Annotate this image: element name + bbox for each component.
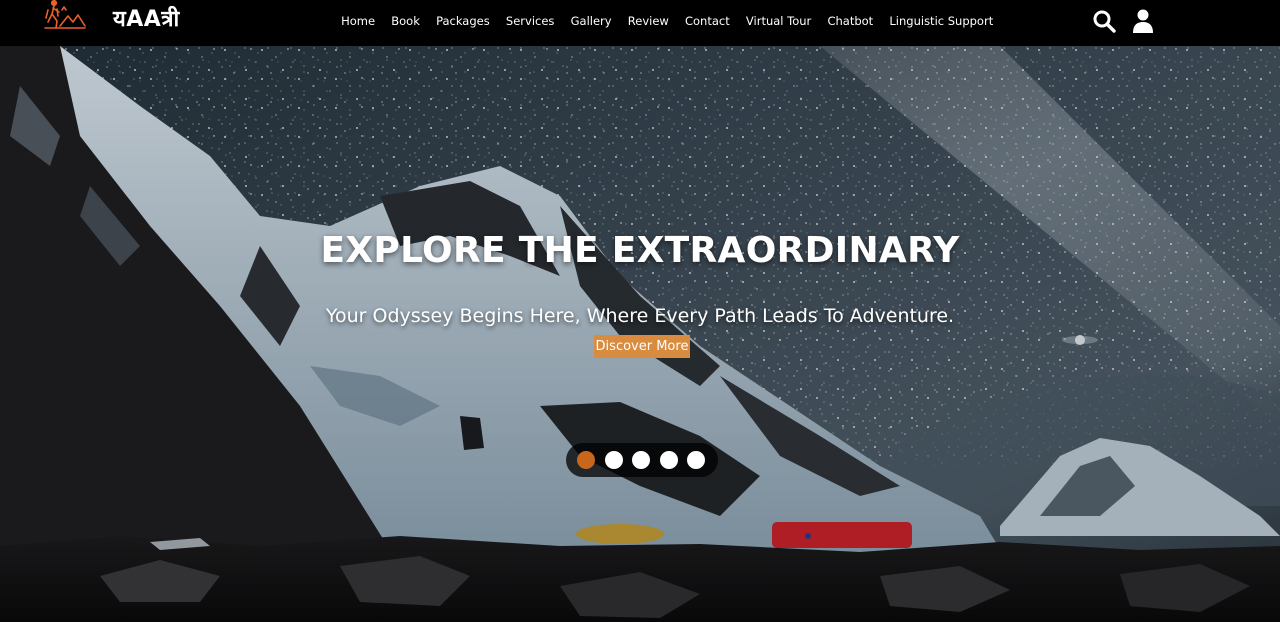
brand-name[interactable]: यAAत्री bbox=[113, 5, 180, 35]
user-icon[interactable] bbox=[1132, 9, 1154, 33]
hero-section: EXPLORE THE EXTRAORDINARY Your Odyssey B… bbox=[0, 46, 1280, 622]
nav-item-services[interactable]: Services bbox=[498, 14, 563, 28]
nav-item-packages[interactable]: Packages bbox=[428, 14, 498, 28]
slider-dot-1[interactable] bbox=[577, 451, 595, 469]
slider-pagination bbox=[566, 443, 718, 477]
nav-item-contact[interactable]: Contact bbox=[677, 14, 738, 28]
nav-item-home[interactable]: Home bbox=[333, 14, 383, 28]
nav-item-linguistic-support[interactable]: Linguistic Support bbox=[881, 14, 1001, 28]
main-nav: Home Book Packages Services Gallery Revi… bbox=[333, 0, 1001, 42]
discover-more-button[interactable]: Discover More bbox=[594, 335, 690, 358]
nav-item-gallery[interactable]: Gallery bbox=[563, 14, 620, 28]
navbar: यAAत्री Home Book Packages Services Gall… bbox=[0, 0, 1280, 46]
mountain-night-background bbox=[0, 46, 1280, 622]
slider-dot-2[interactable] bbox=[605, 451, 623, 469]
nav-item-virtual-tour[interactable]: Virtual Tour bbox=[738, 14, 820, 28]
hero-title: EXPLORE THE EXTRAORDINARY bbox=[320, 230, 960, 271]
slider-dot-3[interactable] bbox=[632, 451, 650, 469]
hiker-mountain-icon[interactable] bbox=[44, 0, 86, 30]
nav-item-book[interactable]: Book bbox=[383, 14, 428, 28]
slider-dot-4[interactable] bbox=[660, 451, 678, 469]
search-icon[interactable] bbox=[1092, 9, 1116, 33]
slider-dot-5[interactable] bbox=[687, 451, 705, 469]
nav-item-chatbot[interactable]: Chatbot bbox=[819, 14, 881, 28]
hero-subtitle: Your Odyssey Begins Here, Where Every Pa… bbox=[325, 305, 955, 327]
nav-item-review[interactable]: Review bbox=[620, 14, 677, 28]
